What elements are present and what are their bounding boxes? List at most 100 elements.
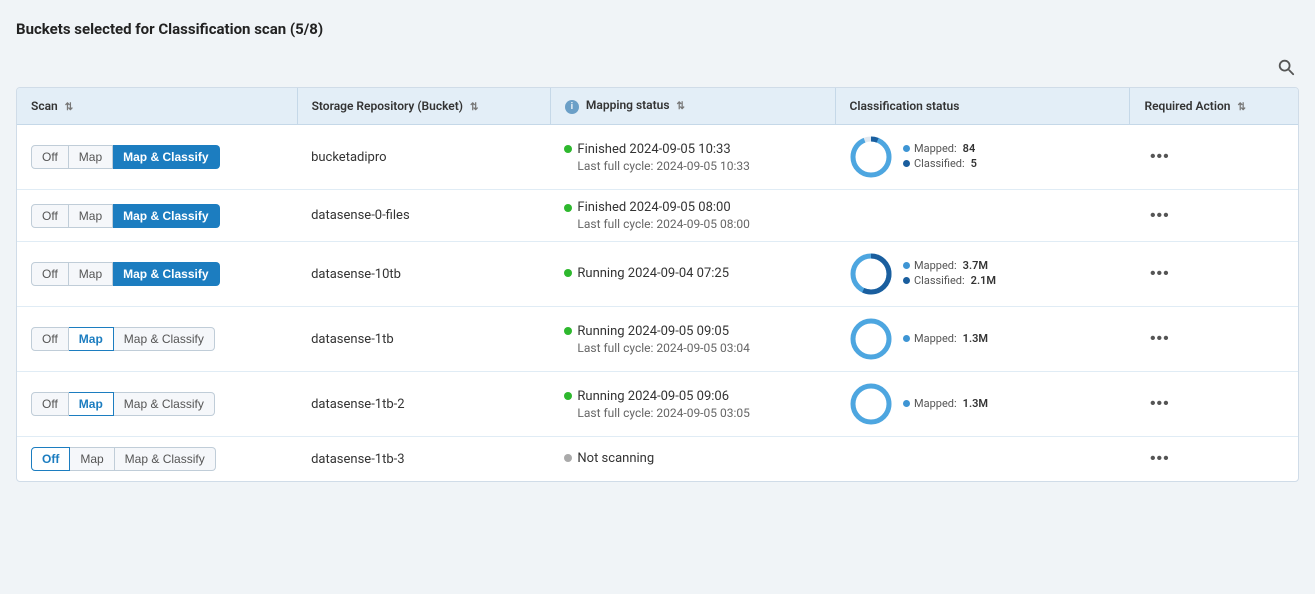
map-classify-button[interactable]: Map & Classify	[115, 447, 216, 471]
donut-chart	[849, 252, 893, 296]
table-row: Off Map Map & Classify datasense-1tb-3 N…	[17, 437, 1298, 482]
data-table: Scan ⇅ Storage Repository (Bucket) ⇅ i M…	[17, 88, 1298, 481]
classification-cell: Mapped:84Classified:5	[849, 135, 1116, 179]
map-button[interactable]: Map	[69, 145, 113, 169]
more-actions-button[interactable]: •••	[1144, 448, 1176, 470]
map-classify-button[interactable]: Map & Classify	[113, 145, 219, 169]
col-bucket[interactable]: Storage Repository (Bucket) ⇅	[297, 88, 550, 125]
mapping-status-text: Not scanning	[577, 451, 654, 466]
map-classify-button[interactable]: Map & Classify	[113, 204, 219, 228]
required-action-cell: •••	[1130, 372, 1298, 437]
bucket-name: datasense-1tb	[311, 332, 394, 347]
scan-cell: Off Map Map & Classify	[17, 307, 297, 372]
page-container: Buckets selected for Classification scan…	[0, 0, 1315, 594]
more-actions-button[interactable]: •••	[1144, 263, 1176, 285]
mapping-status-line: Finished 2024-09-05 10:33	[564, 142, 821, 157]
col-scan[interactable]: Scan ⇅	[17, 88, 297, 125]
sort-icon-bucket: ⇅	[470, 102, 478, 113]
bucket-name: datasense-10tb	[311, 267, 401, 282]
mapping-sublabel: Last full cycle: 2024-09-05 10:33	[564, 159, 821, 173]
bucket-name-cell: datasense-1tb-2	[297, 372, 550, 437]
classification-cell: Mapped:3.7MClassified:2.1M	[849, 252, 1116, 296]
donut-legend: Mapped:1.3M	[903, 397, 988, 412]
off-button[interactable]: Off	[31, 145, 69, 169]
mapping-status-cell: Running 2024-09-04 07:25	[550, 242, 835, 307]
mapping-status-cell: Finished 2024-09-05 08:00 Last full cycl…	[550, 190, 835, 242]
status-dot	[564, 145, 572, 153]
mapping-status-cell: Running 2024-09-05 09:05 Last full cycle…	[550, 307, 835, 372]
more-actions-button[interactable]: •••	[1144, 205, 1176, 227]
table-row: Off Map Map & Classify datasense-10tb Ru…	[17, 242, 1298, 307]
donut-chart	[849, 135, 893, 179]
col-classification: Classification status	[835, 88, 1130, 125]
map-button[interactable]: Map	[69, 204, 113, 228]
map-classify-button[interactable]: Map & Classify	[114, 327, 215, 351]
map-button[interactable]: Map	[69, 327, 114, 351]
mapping-status-text: Finished 2024-09-05 08:00	[577, 200, 730, 215]
scan-cell: Off Map Map & Classify	[17, 190, 297, 242]
mapping-sublabel: Last full cycle: 2024-09-05 08:00	[564, 217, 821, 231]
table-row: Off Map Map & Classify bucketadipro Fini…	[17, 125, 1298, 190]
mapped-dot	[903, 400, 910, 407]
sort-icon-action: ⇅	[1237, 102, 1245, 113]
bucket-name-cell: bucketadipro	[297, 125, 550, 190]
classification-cell-wrapper: Mapped:84Classified:5	[835, 125, 1130, 190]
classified-dot	[903, 277, 910, 284]
col-mapping[interactable]: i Mapping status ⇅	[550, 88, 835, 125]
map-classify-button[interactable]: Map & Classify	[114, 392, 215, 416]
off-button[interactable]: Off	[31, 447, 70, 471]
mapped-dot	[903, 335, 910, 342]
donut-chart	[849, 317, 893, 361]
classification-cell-wrapper: Mapped:1.3M	[835, 372, 1130, 437]
map-button[interactable]: Map	[69, 392, 114, 416]
status-dot	[564, 204, 572, 212]
donut-chart	[849, 382, 893, 426]
off-button[interactable]: Off	[31, 327, 69, 351]
scan-cell: Off Map Map & Classify	[17, 125, 297, 190]
bucket-name-cell: datasense-1tb-3	[297, 437, 550, 482]
more-actions-button[interactable]: •••	[1144, 146, 1176, 168]
scan-toggle-group: Off Map Map & Classify	[31, 145, 283, 169]
classification-cell: Mapped:1.3M	[849, 382, 1116, 426]
bucket-name-cell: datasense-10tb	[297, 242, 550, 307]
off-button[interactable]: Off	[31, 392, 69, 416]
off-button[interactable]: Off	[31, 262, 69, 286]
status-dot	[564, 454, 572, 462]
scan-toggle-group: Off Map Map & Classify	[31, 392, 283, 416]
mapping-info-icon: i	[565, 100, 579, 114]
mapping-sublabel: Last full cycle: 2024-09-05 03:05	[564, 406, 821, 420]
col-action[interactable]: Required Action ⇅	[1130, 88, 1298, 125]
scan-toggle-group: Off Map Map & Classify	[31, 262, 283, 286]
required-action-cell: •••	[1130, 242, 1298, 307]
map-button[interactable]: Map	[70, 447, 114, 471]
donut-legend: Mapped:3.7MClassified:2.1M	[903, 259, 996, 289]
map-button[interactable]: Map	[69, 262, 113, 286]
mapping-status-line: Running 2024-09-05 09:06	[564, 389, 821, 404]
classification-cell: Mapped:1.3M	[849, 317, 1116, 361]
mapping-status-text: Running 2024-09-05 09:06	[577, 389, 729, 404]
required-action-cell: •••	[1130, 307, 1298, 372]
bucket-name: datasense-1tb-3	[311, 452, 404, 467]
mapping-status-text: Running 2024-09-05 09:05	[577, 324, 729, 339]
off-button[interactable]: Off	[31, 204, 69, 228]
required-action-cell: •••	[1130, 437, 1298, 482]
table-row: Off Map Map & Classify datasense-0-files…	[17, 190, 1298, 242]
mapping-status-cell: Not scanning	[550, 437, 835, 482]
search-button[interactable]	[1273, 54, 1299, 83]
table-row: Off Map Map & Classify datasense-1tb-2 R…	[17, 372, 1298, 437]
status-dot	[564, 269, 572, 277]
mapped-dot	[903, 145, 910, 152]
status-dot	[564, 392, 572, 400]
sort-icon-mapping: ⇅	[676, 101, 684, 112]
map-classify-button[interactable]: Map & Classify	[113, 262, 219, 286]
scan-cell: Off Map Map & Classify	[17, 372, 297, 437]
required-action-cell: •••	[1130, 190, 1298, 242]
scan-cell: Off Map Map & Classify	[17, 437, 297, 482]
more-actions-button[interactable]: •••	[1144, 328, 1176, 350]
scan-toggle-group: Off Map Map & Classify	[31, 204, 283, 228]
more-actions-button[interactable]: •••	[1144, 393, 1176, 415]
classification-cell-wrapper	[835, 437, 1130, 482]
bucket-name-cell: datasense-0-files	[297, 190, 550, 242]
classification-cell-wrapper: Mapped:1.3M	[835, 307, 1130, 372]
mapping-status-cell: Running 2024-09-05 09:06 Last full cycle…	[550, 372, 835, 437]
